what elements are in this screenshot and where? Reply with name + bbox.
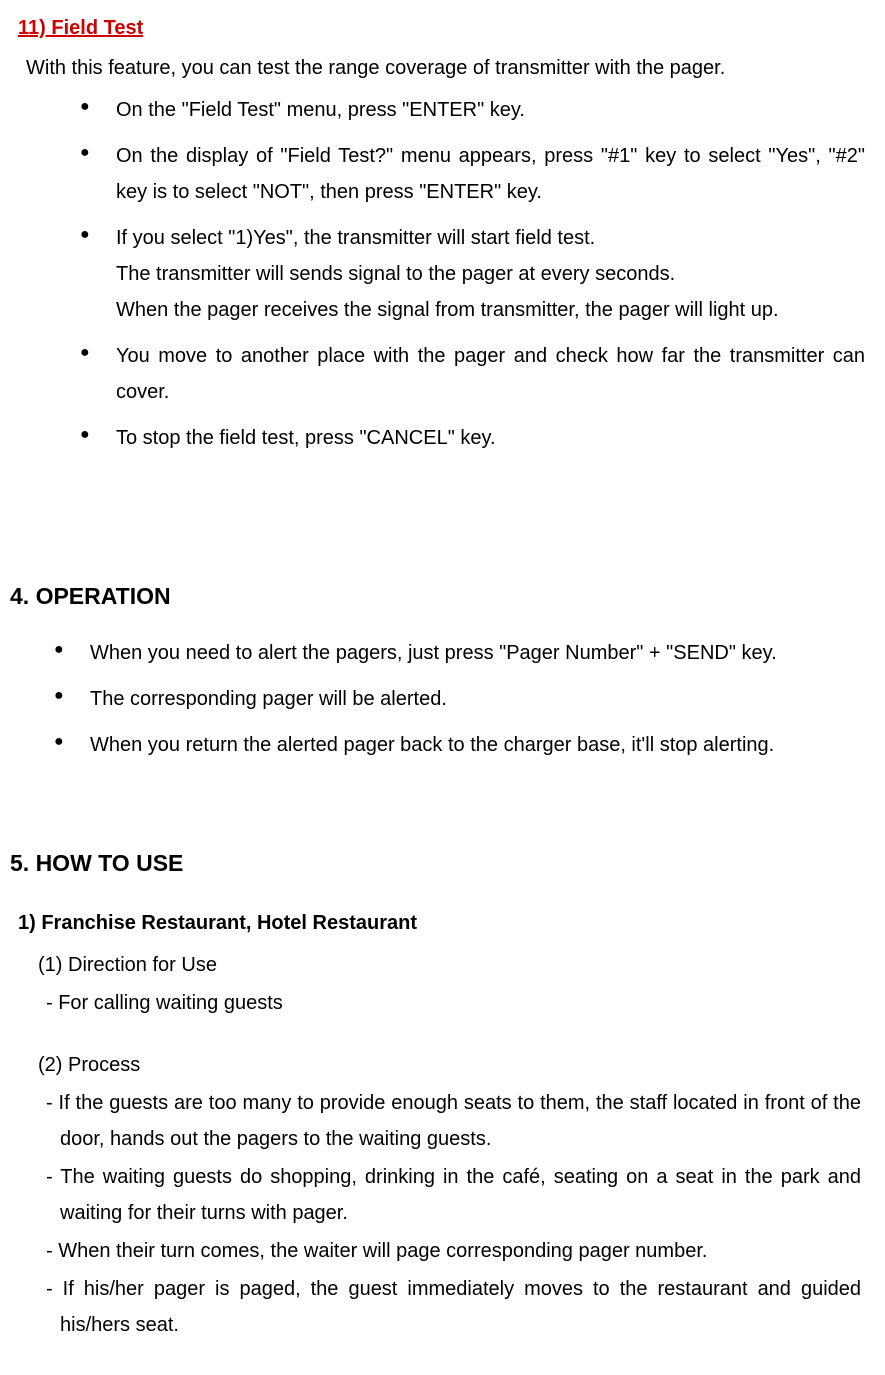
howto-heading: 5. HOW TO USE	[10, 843, 865, 884]
list-item-subtext: The transmitter will sends signal to the…	[116, 256, 865, 292]
list-item-text: To stop the field test, press "CANCEL" k…	[116, 427, 496, 449]
direction-item: - For calling waiting guests	[46, 985, 861, 1021]
list-item: If you select "1)Yes", the transmitter w…	[80, 220, 865, 328]
list-item: The corresponding pager will be alerted.	[54, 681, 865, 717]
list-item: On the display of "Field Test?" menu app…	[80, 138, 865, 210]
section-11-title: 11) Field Test	[18, 10, 865, 46]
field-test-list: On the "Field Test" menu, press "ENTER" …	[80, 92, 865, 456]
process-item: - The waiting guests do shopping, drinki…	[46, 1159, 861, 1231]
list-item-text: You move to another place with the pager…	[116, 345, 865, 403]
list-item-text: On the display of "Field Test?" menu app…	[116, 145, 865, 203]
process-item: - If the guests are too many to provide …	[46, 1085, 861, 1157]
howto-sub1-title: 1) Franchise Restaurant, Hotel Restauran…	[18, 905, 865, 941]
list-item-text: If you select "1)Yes", the transmitter w…	[116, 227, 595, 249]
process-label: (2) Process	[38, 1047, 865, 1083]
list-item: To stop the field test, press "CANCEL" k…	[80, 420, 865, 456]
process-item: - If his/her pager is paged, the guest i…	[46, 1271, 861, 1343]
list-item: When you need to alert the pagers, just …	[54, 635, 865, 671]
operation-list: When you need to alert the pagers, just …	[54, 635, 865, 763]
list-item-text: The corresponding pager will be alerted.	[90, 688, 447, 710]
process-item: - When their turn comes, the waiter will…	[46, 1233, 861, 1269]
list-item-text: When you need to alert the pagers, just …	[90, 642, 777, 664]
list-item-text: On the "Field Test" menu, press "ENTER" …	[116, 99, 525, 121]
operation-heading: 4. OPERATION	[10, 576, 865, 617]
list-item: When you return the alerted pager back t…	[54, 727, 865, 763]
list-item: On the "Field Test" menu, press "ENTER" …	[80, 92, 865, 128]
list-item-text: When you return the alerted pager back t…	[90, 734, 774, 756]
list-item: You move to another place with the pager…	[80, 338, 865, 410]
direction-label: (1) Direction for Use	[38, 947, 865, 983]
section-11-intro: With this feature, you can test the rang…	[26, 50, 865, 86]
list-item-subtext: When the pager receives the signal from …	[116, 292, 865, 328]
